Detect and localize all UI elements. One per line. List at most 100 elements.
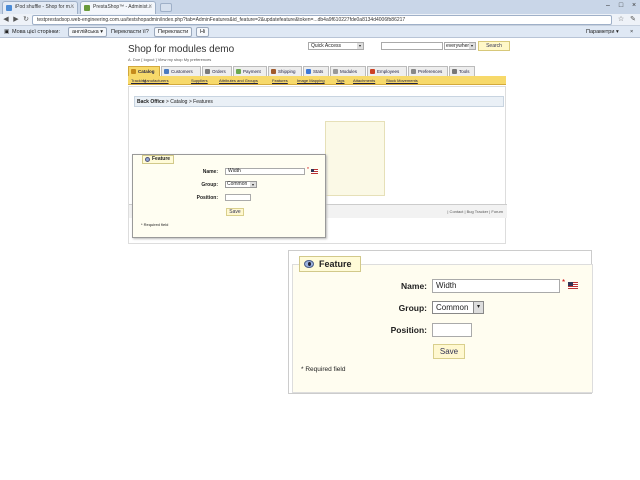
quick-access-select[interactable]: Quick Access ▾ [308, 42, 364, 50]
tab-label: Orders [212, 69, 226, 74]
wrench-icon[interactable]: ✎ [629, 16, 637, 24]
bookmark-star-icon[interactable]: ☆ [617, 16, 625, 24]
tab-label: Modules [340, 69, 358, 74]
close-tab-icon[interactable]: × [148, 2, 152, 13]
legend-label: Feature [319, 259, 352, 269]
subtab-suppliers[interactable]: Suppliers [191, 78, 208, 83]
subtab-manufacturers[interactable]: Manufacturers [143, 78, 169, 83]
shipping-icon [271, 69, 276, 74]
maximize-icon[interactable]: □ [617, 2, 625, 10]
name-input[interactable]: Width [432, 279, 560, 293]
tab-label: Payment [243, 69, 261, 74]
tab-employees[interactable]: Employees [367, 66, 407, 76]
address-bar[interactable]: testprestadsop.web-engineering.com.ua/te… [32, 15, 612, 25]
options-label: Параметри [586, 29, 615, 35]
reload-icon[interactable]: ↻ [22, 16, 30, 24]
legend-label: Feature [152, 156, 171, 162]
sub-tabs: Tracking Manufacturers Suppliers Attribu… [128, 76, 506, 85]
close-translate-icon[interactable]: × [630, 29, 633, 35]
shop-name: Shop for modules demo [128, 44, 235, 55]
tab-label: Tools [459, 69, 470, 74]
subtab-features[interactable]: Features [272, 78, 288, 83]
url-text: testprestadsop.web-engineering.com.ua/te… [37, 17, 406, 23]
tab-catalog[interactable]: Catalog [128, 66, 160, 76]
tab-shipping[interactable]: Shipping [268, 66, 302, 76]
tab-payment[interactable]: Payment [233, 66, 267, 76]
position-label: Position: [390, 325, 427, 335]
tab-favicon-icon [84, 5, 90, 11]
tab-label: Customers [171, 69, 193, 74]
subtab-attachments[interactable]: Attachments [353, 78, 375, 83]
tab-stats[interactable]: Stats [303, 66, 329, 76]
group-select[interactable]: Common ▾ [225, 181, 257, 188]
group-label: Group: [201, 182, 218, 188]
group-value: Common [227, 181, 248, 187]
background-panel [325, 121, 385, 196]
subtab-image-mapping[interactable]: Image Mapping [297, 78, 325, 83]
position-input[interactable] [225, 194, 251, 201]
admin-search-input[interactable] [381, 42, 443, 50]
tab-customers[interactable]: Customers [161, 66, 201, 76]
tab-label: Employees [377, 69, 400, 74]
group-label: Group: [398, 303, 427, 313]
tab-label: Shipping [278, 69, 296, 74]
close-tab-icon[interactable]: × [70, 2, 74, 13]
breadcrumb-features: Features [193, 99, 213, 105]
zoom-form-legend: Feature [299, 256, 361, 272]
page: Shop for modules demo A. Doe [ logout ] … [0, 38, 640, 480]
new-tab-button[interactable] [160, 3, 172, 12]
group-value: Common [436, 303, 469, 312]
browser-titlebar: iPod shuffle - Shop for m... × PrestaSho… [0, 0, 640, 14]
us-flag-icon[interactable] [311, 169, 318, 174]
language-select[interactable]: англійська ▾ [68, 27, 107, 37]
tab-tools[interactable]: Tools [449, 66, 475, 76]
eye-icon [145, 157, 150, 162]
tab-orders[interactable]: Orders [202, 66, 232, 76]
us-flag-icon[interactable] [568, 282, 578, 289]
position-input[interactable] [432, 323, 472, 337]
eye-icon [304, 260, 314, 268]
minimize-icon[interactable]: – [604, 2, 612, 10]
breadcrumb-catalog[interactable]: Catalog [170, 99, 187, 105]
tab-label: PrestaShop™ - Administ... [93, 4, 152, 10]
browser-tab-prestashop-admin[interactable]: PrestaShop™ - Administ... × [80, 1, 156, 14]
tab-label: iPod shuffle - Shop for m... [15, 4, 75, 10]
required-note: * Required field [301, 366, 346, 373]
feature-form-small: Feature Name: Width * Group: Common ▾ Po… [132, 154, 326, 238]
tab-preferences[interactable]: Preferences [408, 66, 448, 76]
stats-icon [306, 69, 311, 74]
breadcrumb: Back Office > Catalog > Features [134, 96, 504, 107]
subtab-attributes[interactable]: Attributes and Groups [219, 78, 258, 83]
name-label: Name: [202, 169, 218, 175]
subtab-tags[interactable]: Tags [336, 78, 344, 83]
close-window-icon[interactable]: × [630, 2, 638, 10]
footer-links[interactable]: | Contact | Bug Tracker | Forum [447, 209, 503, 214]
name-value: Width [228, 168, 241, 174]
browser-tab-ipod-shuffle[interactable]: iPod shuffle - Shop for m... × [2, 1, 78, 14]
subtab-stock-movements[interactable]: Stock Movements [386, 78, 418, 83]
tab-modules[interactable]: Modules [330, 66, 366, 76]
save-button[interactable]: Save [433, 344, 465, 359]
translate-options[interactable]: Параметри ▾ [586, 29, 619, 35]
search-scope-value: everywhere [446, 43, 472, 49]
required-note: * Required field [141, 222, 169, 227]
chevron-down-icon: ▾ [357, 43, 363, 49]
translate-prompt: Мова цієї сторінки: [12, 29, 60, 35]
translate-button[interactable]: Перекласти [154, 27, 193, 37]
search-button[interactable]: Search [478, 41, 510, 51]
search-scope-select[interactable]: everywhere ▾ [444, 42, 476, 50]
name-input[interactable]: Width [225, 168, 305, 175]
breadcrumb-back-office[interactable]: Back Office [137, 99, 165, 105]
modules-icon [333, 69, 338, 74]
required-star: * [307, 167, 309, 173]
save-button[interactable]: Save [226, 208, 244, 216]
no-translate-button[interactable]: Ні [196, 27, 210, 37]
back-icon[interactable]: ◀ [2, 16, 10, 24]
translate-icon: ▣ [4, 29, 10, 35]
name-label: Name: [401, 281, 427, 291]
form-legend: Feature [142, 155, 174, 164]
tab-favicon-icon [6, 5, 12, 11]
forward-icon[interactable]: ▶ [12, 16, 20, 24]
group-select[interactable]: Common ▾ [432, 301, 484, 314]
user-links[interactable]: A. Doe [ logout ] View my shop My prefer… [128, 57, 211, 62]
